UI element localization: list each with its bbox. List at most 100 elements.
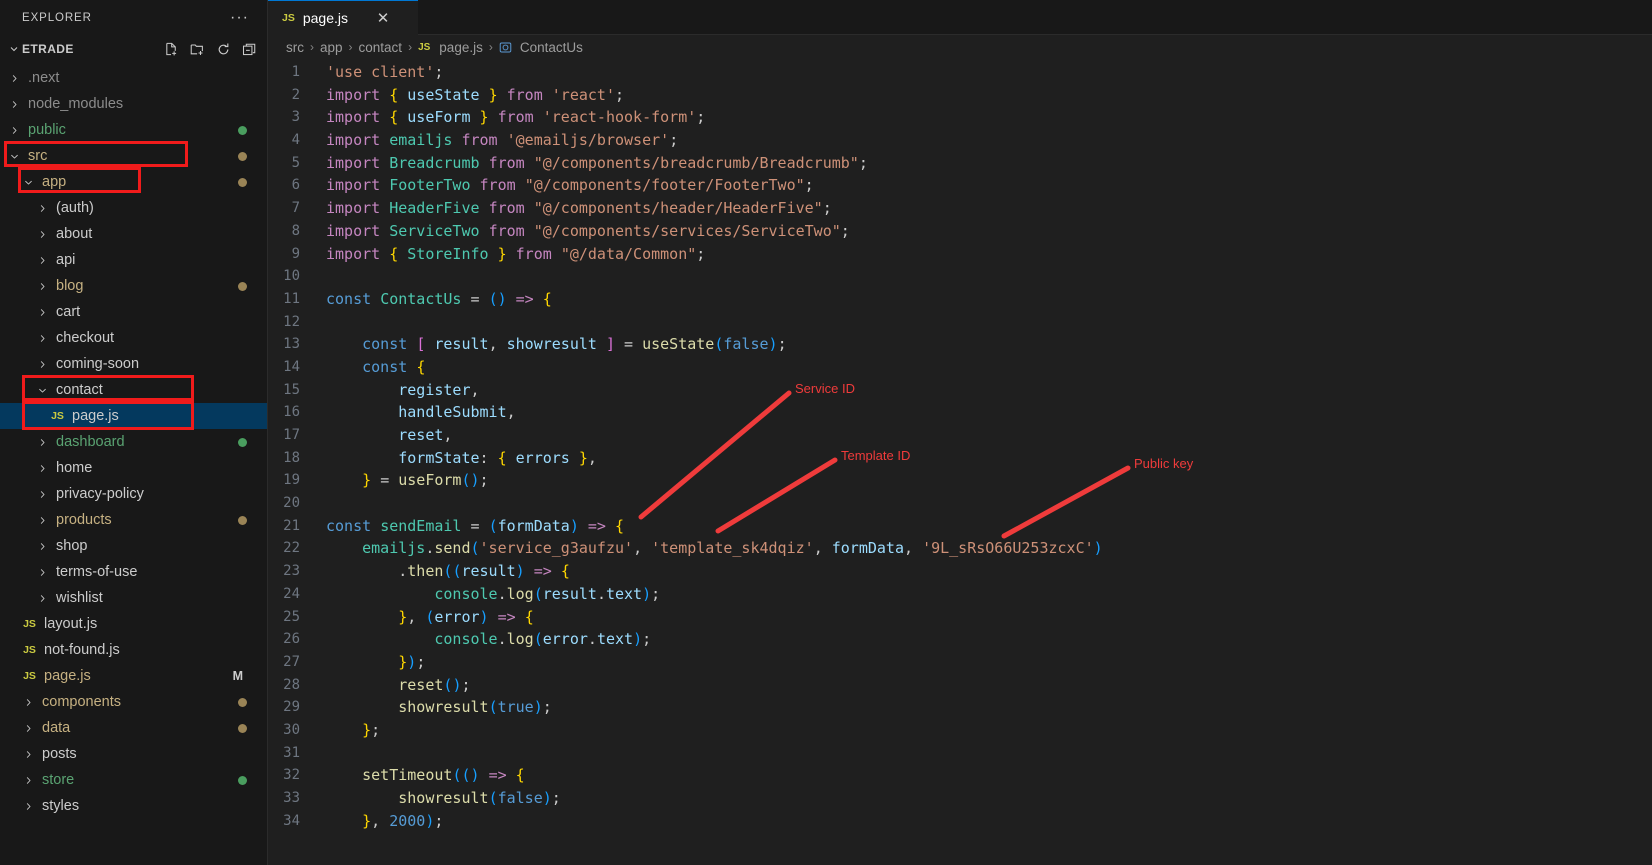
chevron-right-icon: [34, 515, 51, 526]
code-line-text[interactable]: import FooterTwo from "@/components/foot…: [326, 174, 814, 197]
code-editor[interactable]: 1 'use client'; 2 import { useState } from …: [268, 59, 1652, 865]
chevron-down-icon: [20, 177, 37, 188]
code-line-text[interactable]: handleSubmit,: [326, 401, 515, 424]
code-line-text[interactable]: const {: [326, 356, 425, 379]
tree-folder-data[interactable]: data: [0, 715, 267, 741]
refresh-explorer-icon[interactable]: [216, 42, 231, 57]
new-file-icon[interactable]: [164, 42, 179, 57]
tree-folder-checkout[interactable]: checkout: [0, 325, 267, 351]
tree-folder-store[interactable]: store: [0, 767, 267, 793]
tree-folder-dashboard[interactable]: dashboard: [0, 429, 267, 455]
code-line-text[interactable]: import HeaderFive from "@/components/hea…: [326, 197, 832, 220]
chevron-right-icon: [34, 229, 51, 240]
tree-folder-coming-soon[interactable]: coming-soon: [0, 351, 267, 377]
javascript-file-icon: JS: [23, 618, 36, 630]
code-line-text[interactable]: const sendEmail = (formData) => {: [326, 515, 624, 538]
tree-item-label: layout.js: [44, 616, 98, 632]
code-line-text[interactable]: reset,: [326, 424, 452, 447]
code-line-text[interactable]: emailjs.send('service_g3aufzu', 'templat…: [326, 537, 1103, 560]
tree-folder--next[interactable]: .next: [0, 65, 267, 91]
tree-folder-styles[interactable]: styles: [0, 793, 267, 819]
tree-folder-public[interactable]: public: [0, 117, 267, 143]
code-line-text[interactable]: 'use client';: [326, 61, 443, 84]
code-line-text[interactable]: setTimeout(() => {: [326, 764, 525, 787]
javascript-file-icon: JS: [23, 670, 36, 682]
tree-folder-privacy-policy[interactable]: privacy-policy: [0, 481, 267, 507]
tree-file-page-js[interactable]: JS page.js M: [0, 663, 267, 689]
code-line-text[interactable]: showresult(true);: [326, 696, 552, 719]
tree-file-not-found-js[interactable]: JS not-found.js: [0, 637, 267, 663]
tree-folder-shop[interactable]: shop: [0, 533, 267, 559]
code-line-text[interactable]: showresult(false);: [326, 787, 561, 810]
editor-area: JS page.js ✕ src › app › contact › JS page.js › C…: [268, 0, 1652, 865]
file-tree[interactable]: .next node_modulespublic src app (auth) about…: [0, 63, 267, 865]
code-line-text[interactable]: import Breadcrumb from "@/components/bre…: [326, 152, 868, 175]
chevron-right-icon: [34, 203, 51, 214]
tab-page-js[interactable]: JS page.js ✕: [268, 0, 418, 35]
tree-folder-home[interactable]: home: [0, 455, 267, 481]
code-line-text[interactable]: console.log(error.text);: [326, 628, 651, 651]
chevron-right-icon: [20, 723, 37, 734]
new-folder-icon[interactable]: [190, 42, 205, 57]
breadcrumb-segment[interactable]: contact: [359, 40, 403, 55]
code-line: 10: [268, 265, 1652, 288]
code-line-text[interactable]: };: [326, 719, 380, 742]
code-line-text[interactable]: });: [326, 651, 425, 674]
workspace-root-row[interactable]: ETRADE: [0, 35, 267, 63]
chevron-right-icon: [6, 125, 23, 136]
tree-item-label: public: [28, 122, 66, 138]
tree-file-page-js[interactable]: JS page.js: [0, 403, 267, 429]
code-line-text[interactable]: console.log(result.text);: [326, 583, 660, 606]
tree-folder-components[interactable]: components: [0, 689, 267, 715]
chevron-right-icon: [20, 775, 37, 786]
code-line-text[interactable]: import ServiceTwo from "@/components/ser…: [326, 220, 850, 243]
code-line-text[interactable]: import { useState } from 'react';: [326, 84, 624, 107]
code-line-text[interactable]: .then((result) => {: [326, 560, 570, 583]
tree-folder-api[interactable]: api: [0, 247, 267, 273]
tree-folder-about[interactable]: about: [0, 221, 267, 247]
code-line: 8 import ServiceTwo from "@/components/se…: [268, 220, 1652, 243]
chevron-right-icon: [34, 463, 51, 474]
breadcrumb-segment[interactable]: src: [286, 40, 304, 55]
tree-folder-terms-of-use[interactable]: terms-of-use: [0, 559, 267, 585]
code-line-text[interactable]: reset();: [326, 674, 470, 697]
chevron-right-icon: [34, 489, 51, 500]
git-status-badge: M: [232, 669, 243, 683]
tree-folder--auth-[interactable]: (auth): [0, 195, 267, 221]
code-line-text[interactable]: const ContactUs = () => {: [326, 288, 552, 311]
code-line-text[interactable]: import { StoreInfo } from "@/data/Common…: [326, 243, 705, 266]
breadcrumb[interactable]: src › app › contact › JS page.js › ContactUs: [268, 35, 1652, 59]
code-line-text[interactable]: import emailjs from '@emailjs/browser';: [326, 129, 678, 152]
code-line-text[interactable]: }, (error) => {: [326, 606, 533, 629]
code-line-text[interactable]: formState: { errors },: [326, 447, 597, 470]
code-line-text[interactable]: register,: [326, 379, 479, 402]
tree-folder-cart[interactable]: cart: [0, 299, 267, 325]
tree-folder-app[interactable]: app: [0, 169, 267, 195]
tree-folder-node-modules[interactable]: node_modules: [0, 91, 267, 117]
tree-folder-posts[interactable]: posts: [0, 741, 267, 767]
breadcrumb-segment[interactable]: ContactUs: [520, 40, 583, 55]
breadcrumb-segment[interactable]: page.js: [439, 40, 483, 55]
chevron-right-icon: ›: [310, 40, 314, 54]
close-icon[interactable]: ✕: [374, 9, 392, 27]
code-line-text[interactable]: const [ result, showresult ] = useState(…: [326, 333, 786, 356]
code-line-text[interactable]: } = useForm();: [326, 469, 488, 492]
line-number: 30: [283, 721, 300, 738]
line-number: 28: [283, 676, 300, 693]
line-number: 4: [291, 132, 300, 149]
tree-folder-src[interactable]: src: [0, 143, 267, 169]
tree-folder-wishlist[interactable]: wishlist: [0, 585, 267, 611]
chevron-right-icon: [34, 255, 51, 266]
tree-folder-blog[interactable]: blog: [0, 273, 267, 299]
line-number: 12: [283, 313, 300, 330]
tree-folder-contact[interactable]: contact: [0, 377, 267, 403]
collapse-folders-icon[interactable]: [242, 42, 257, 57]
tree-folder-products[interactable]: products: [0, 507, 267, 533]
line-number: 27: [283, 653, 300, 670]
tree-file-layout-js[interactable]: JS layout.js: [0, 611, 267, 637]
tree-item-label: products: [56, 512, 112, 528]
code-line-text[interactable]: }, 2000);: [326, 810, 443, 833]
breadcrumb-segment[interactable]: app: [320, 40, 343, 55]
explorer-more-actions-icon[interactable]: ···: [230, 9, 249, 25]
code-line-text[interactable]: import { useForm } from 'react-hook-form…: [326, 106, 705, 129]
